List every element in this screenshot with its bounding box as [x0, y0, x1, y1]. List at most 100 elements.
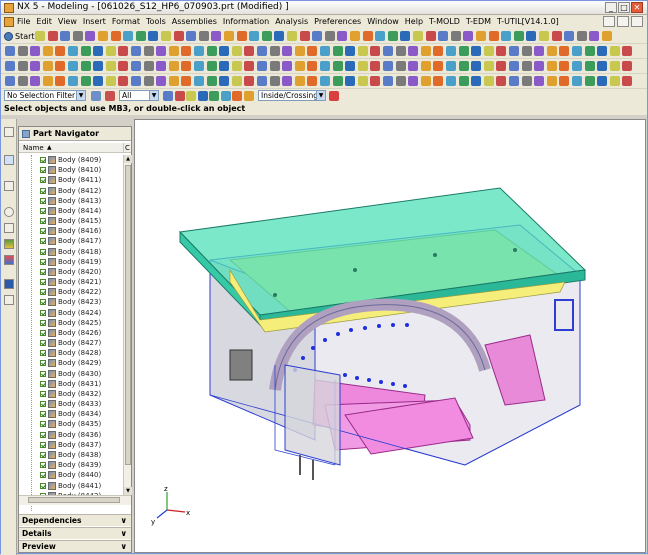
tb2-tool-icon[interactable]	[282, 46, 293, 56]
tree-row[interactable]: Body (8438)	[19, 450, 123, 460]
tb1-tool-icon[interactable]	[198, 31, 209, 41]
tb1-tool-icon[interactable]	[551, 31, 562, 41]
tb1-tool-icon[interactable]	[539, 31, 549, 41]
tb1-tool-icon[interactable]	[85, 31, 96, 41]
tree-row[interactable]: Body (8415)	[19, 216, 123, 226]
tree-row[interactable]: Body (8435)	[19, 419, 123, 429]
tb4-tool-icon[interactable]	[181, 76, 192, 86]
menu-item-t-util-v14-1-0[interactable]: T-UTIL[V14.1.0]	[497, 17, 559, 26]
tree-row[interactable]: Body (8426)	[19, 328, 123, 338]
visibility-checkbox[interactable]	[40, 258, 46, 265]
tb4-tool-icon[interactable]	[433, 76, 444, 86]
part-navigator-icon[interactable]	[4, 155, 14, 165]
scroll-up-icon[interactable]: ▲	[124, 155, 132, 163]
selection-tool-icon[interactable]	[174, 91, 185, 101]
tb3-tool-icon[interactable]	[383, 61, 393, 71]
tb2-tool-icon[interactable]	[370, 46, 381, 56]
tb4-tool-icon[interactable]	[194, 76, 204, 86]
visibility-checkbox[interactable]	[40, 319, 46, 326]
tb4-tool-icon[interactable]	[118, 76, 129, 86]
visibility-checkbox[interactable]	[40, 350, 46, 357]
tb3-tool-icon[interactable]	[5, 61, 15, 71]
tb4-tool-icon[interactable]	[597, 76, 608, 86]
tb1-tool-icon[interactable]	[589, 31, 600, 41]
tree-row[interactable]: Body (8412)	[19, 186, 123, 196]
tb1-tool-icon[interactable]	[173, 31, 184, 41]
tb4-tool-icon[interactable]	[395, 76, 406, 86]
tb3-tool-icon[interactable]	[80, 61, 91, 71]
tb3-tool-icon[interactable]	[458, 61, 469, 71]
tb1-tool-icon[interactable]	[350, 31, 360, 41]
tb1-tool-icon[interactable]	[110, 31, 121, 41]
tb2-tool-icon[interactable]	[30, 46, 41, 56]
visibility-checkbox[interactable]	[40, 197, 46, 204]
tree-row[interactable]: Body (8423)	[19, 297, 123, 307]
tree-row[interactable]: Body (8416)	[19, 226, 123, 236]
scroll-down-icon[interactable]: ▼	[124, 487, 132, 495]
tb2-tool-icon[interactable]	[357, 46, 368, 56]
tb4-tool-icon[interactable]	[219, 76, 230, 86]
tb2-tool-icon[interactable]	[446, 46, 456, 56]
tb1-tool-icon[interactable]	[501, 31, 512, 41]
tb2-tool-icon[interactable]	[420, 46, 431, 56]
menu-item-t-mold[interactable]: T-MOLD	[429, 17, 460, 26]
minimize-button[interactable]: _	[605, 2, 617, 13]
tb3-tool-icon[interactable]	[118, 61, 129, 71]
tb3-tool-icon[interactable]	[257, 61, 267, 71]
tree-row[interactable]: Body (8427)	[19, 338, 123, 348]
tb1-tool-icon[interactable]	[387, 31, 398, 41]
tb1-tool-icon[interactable]	[72, 31, 83, 41]
doc-close-button[interactable]	[631, 16, 643, 27]
visibility-checkbox[interactable]	[40, 177, 46, 184]
tb1-tool-icon[interactable]	[98, 31, 108, 41]
tb4-tool-icon[interactable]	[546, 76, 557, 86]
tb4-tool-icon[interactable]	[17, 76, 28, 86]
tb4-tool-icon[interactable]	[257, 76, 267, 86]
tb3-tool-icon[interactable]	[168, 61, 179, 71]
visibility-checkbox[interactable]	[40, 451, 46, 458]
tb1-tool-icon[interactable]	[438, 31, 449, 41]
tb1-tool-icon[interactable]	[576, 31, 587, 41]
tb1-tool-icon[interactable]	[47, 31, 58, 41]
tb2-tool-icon[interactable]	[433, 46, 444, 56]
tb2-tool-icon[interactable]	[509, 46, 519, 56]
tb3-tool-icon[interactable]	[17, 61, 28, 71]
tb3-tool-icon[interactable]	[219, 61, 230, 71]
tb3-tool-icon[interactable]	[30, 61, 41, 71]
visibility-checkbox[interactable]	[40, 289, 46, 296]
selection-tool-icon[interactable]	[163, 91, 173, 101]
tb2-tool-icon[interactable]	[219, 46, 230, 56]
tree-row[interactable]: Body (8440)	[19, 470, 123, 480]
tb3-tool-icon[interactable]	[282, 61, 293, 71]
tree-row[interactable]: Body (8430)	[19, 369, 123, 379]
visibility-checkbox[interactable]	[40, 441, 46, 448]
tb1-tool-icon[interactable]	[224, 31, 234, 41]
visibility-checkbox[interactable]	[40, 360, 46, 367]
tb3-tool-icon[interactable]	[597, 61, 608, 71]
tb2-tool-icon[interactable]	[546, 46, 557, 56]
tb3-tool-icon[interactable]	[572, 61, 582, 71]
tb3-tool-icon[interactable]	[307, 61, 318, 71]
selection-tool-icon[interactable]	[232, 91, 242, 101]
doc-restore-button[interactable]	[617, 16, 629, 27]
tb2-tool-icon[interactable]	[294, 46, 305, 56]
tb2-tool-icon[interactable]	[68, 46, 78, 56]
tb4-tool-icon[interactable]	[80, 76, 91, 86]
maximize-button[interactable]: □	[618, 2, 630, 13]
tb2-tool-icon[interactable]	[332, 46, 343, 56]
menu-item-t-edm[interactable]: T-EDM	[466, 17, 491, 26]
history-icon[interactable]	[4, 223, 14, 233]
start-button[interactable]: Start	[4, 31, 35, 42]
visibility-checkbox[interactable]	[40, 228, 46, 235]
tb3-tool-icon[interactable]	[357, 61, 368, 71]
hscroll-thumb[interactable]	[28, 497, 120, 503]
visibility-checkbox[interactable]	[40, 421, 46, 428]
system-materials-icon[interactable]	[4, 239, 14, 249]
visibility-checkbox[interactable]	[40, 370, 46, 377]
graphics-window[interactable]: z x y	[134, 119, 646, 553]
tb2-tool-icon[interactable]	[143, 46, 154, 56]
visibility-checkbox[interactable]	[40, 482, 46, 489]
tb1-tool-icon[interactable]	[602, 31, 612, 41]
tree-row[interactable]: Body (8432)	[19, 389, 123, 399]
tree-row[interactable]: Body (8419)	[19, 257, 123, 267]
